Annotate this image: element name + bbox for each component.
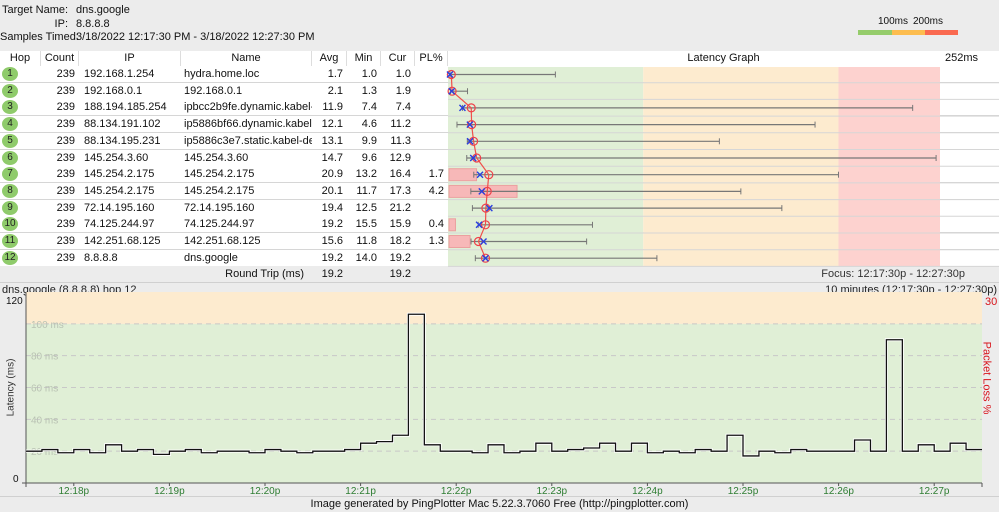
- y-grid-label: 40 ms: [31, 415, 58, 426]
- packet-loss-bar: [448, 168, 478, 182]
- chart-zone: [26, 323, 982, 483]
- packet-loss-bar: [448, 218, 456, 232]
- footer: Image generated by PingPlotter Mac 5.22.…: [0, 496, 999, 511]
- y-grid-label: 100 ms: [31, 320, 64, 331]
- packet-loss-bar: [448, 235, 471, 248]
- y-grid-label: 80 ms: [31, 352, 58, 363]
- y-grid-label: 60 ms: [31, 384, 58, 395]
- chart-svg: 20 ms40 ms60 ms80 ms100 ms12:18p 12:19p 12…: [22, 67, 999, 497]
- chart-zone: [26, 292, 982, 324]
